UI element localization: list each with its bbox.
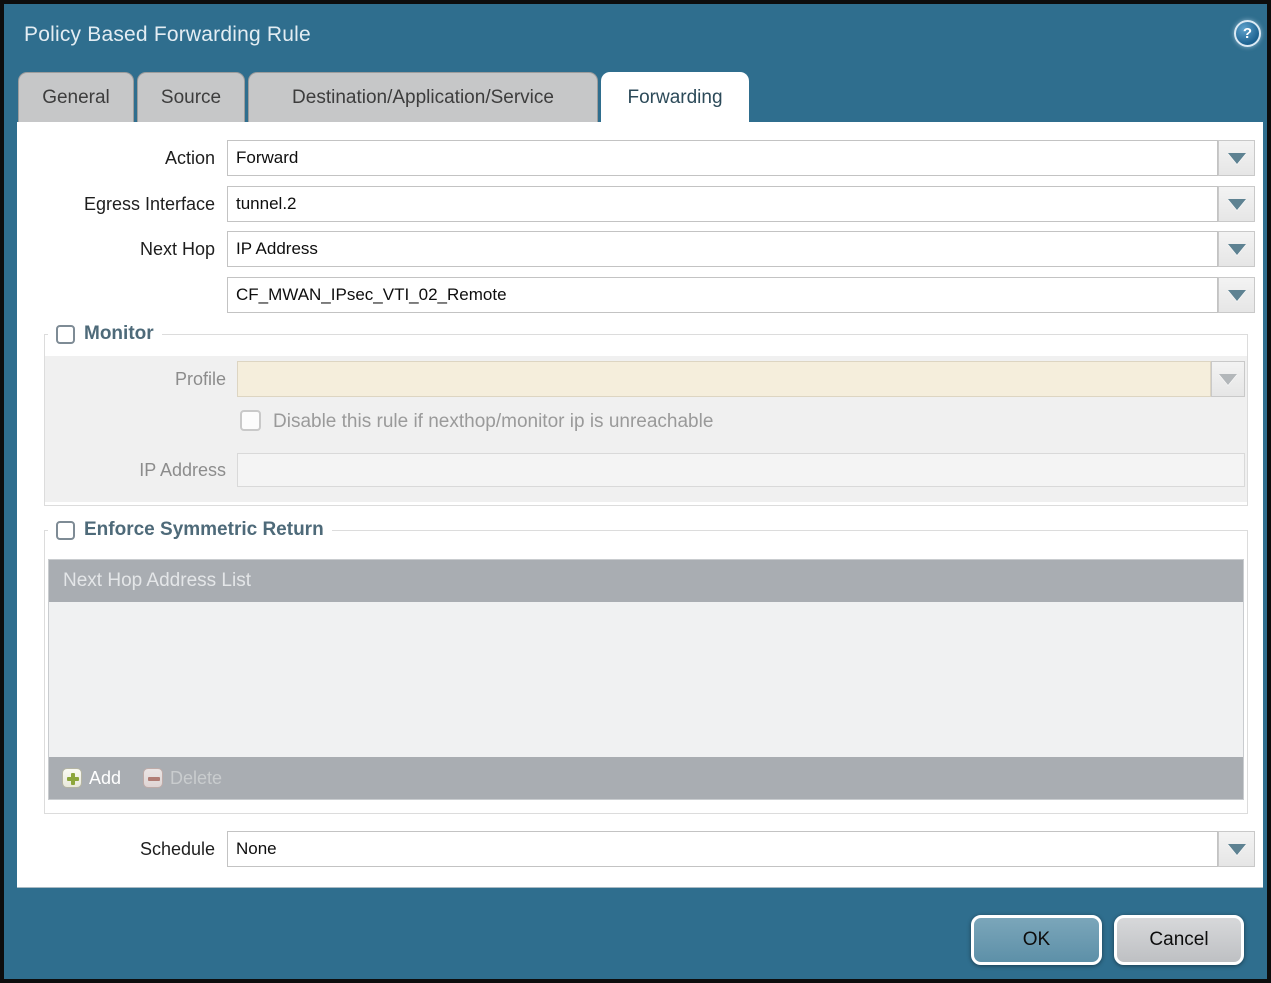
disable-rule-label: Disable this rule if nexthop/monitor ip … xyxy=(273,411,713,433)
delete-button-label: Delete xyxy=(170,768,222,789)
monitor-ip-address-label: IP Address xyxy=(45,453,226,487)
next-hop-type-dropdown-button[interactable] xyxy=(1218,231,1255,267)
minus-icon xyxy=(143,768,163,788)
next-hop-address-input[interactable] xyxy=(227,277,1218,313)
enforce-symmetric-return-title: Enforce Symmetric Return xyxy=(84,519,324,541)
next-hop-address-dropdown-button[interactable] xyxy=(1218,277,1255,313)
egress-interface-dropdown-button[interactable] xyxy=(1218,186,1255,222)
profile-input[interactable] xyxy=(237,361,1211,397)
add-button-label: Add xyxy=(89,768,121,789)
profile-dropdown-button[interactable] xyxy=(1211,361,1245,397)
next-hop-address-list-body[interactable] xyxy=(49,602,1243,757)
chevron-down-icon xyxy=(1228,199,1246,210)
monitor-group: Monitor Profile Disable this rule if nex… xyxy=(44,334,1248,506)
next-hop-address-list-header: Next Hop Address List xyxy=(49,560,1243,602)
chevron-down-icon xyxy=(1228,153,1246,164)
next-hop-address-list-header-label: Next Hop Address List xyxy=(63,570,251,592)
schedule-input[interactable] xyxy=(227,831,1218,867)
next-hop-address-list-toolbar: Add Delete xyxy=(49,757,1243,799)
monitor-group-title: Monitor xyxy=(84,323,154,345)
enforce-symmetric-return-checkbox[interactable] xyxy=(56,521,75,540)
enforce-symmetric-return-group: Enforce Symmetric Return Next Hop Addres… xyxy=(44,530,1248,814)
action-input[interactable] xyxy=(227,140,1218,176)
next-hop-address-table: Next Hop Address List Add Delete xyxy=(48,559,1244,800)
egress-interface-label: Egress Interface xyxy=(17,186,215,222)
disable-rule-checkbox[interactable] xyxy=(240,410,261,431)
next-hop-label: Next Hop xyxy=(17,231,215,267)
chevron-down-icon xyxy=(1228,290,1246,301)
schedule-label: Schedule xyxy=(17,831,215,867)
profile-label: Profile xyxy=(45,361,226,397)
add-button[interactable]: Add xyxy=(62,768,121,789)
monitor-checkbox[interactable] xyxy=(56,325,75,344)
chevron-down-icon xyxy=(1228,844,1246,855)
monitor-panel: Profile Disable this rule if nexthop/mon… xyxy=(45,356,1247,502)
plus-icon xyxy=(62,768,82,788)
egress-interface-input[interactable] xyxy=(227,186,1218,222)
schedule-dropdown-button[interactable] xyxy=(1218,831,1255,867)
action-label: Action xyxy=(17,140,215,176)
delete-button[interactable]: Delete xyxy=(143,768,222,789)
action-dropdown-button[interactable] xyxy=(1218,140,1255,176)
next-hop-type-input[interactable] xyxy=(227,231,1218,267)
monitor-ip-address-input[interactable] xyxy=(237,453,1245,487)
policy-based-forwarding-rule-dialog: Policy Based Forwarding Rule ? General S… xyxy=(0,0,1271,983)
chevron-down-icon xyxy=(1228,244,1246,255)
chevron-down-icon xyxy=(1219,374,1237,385)
